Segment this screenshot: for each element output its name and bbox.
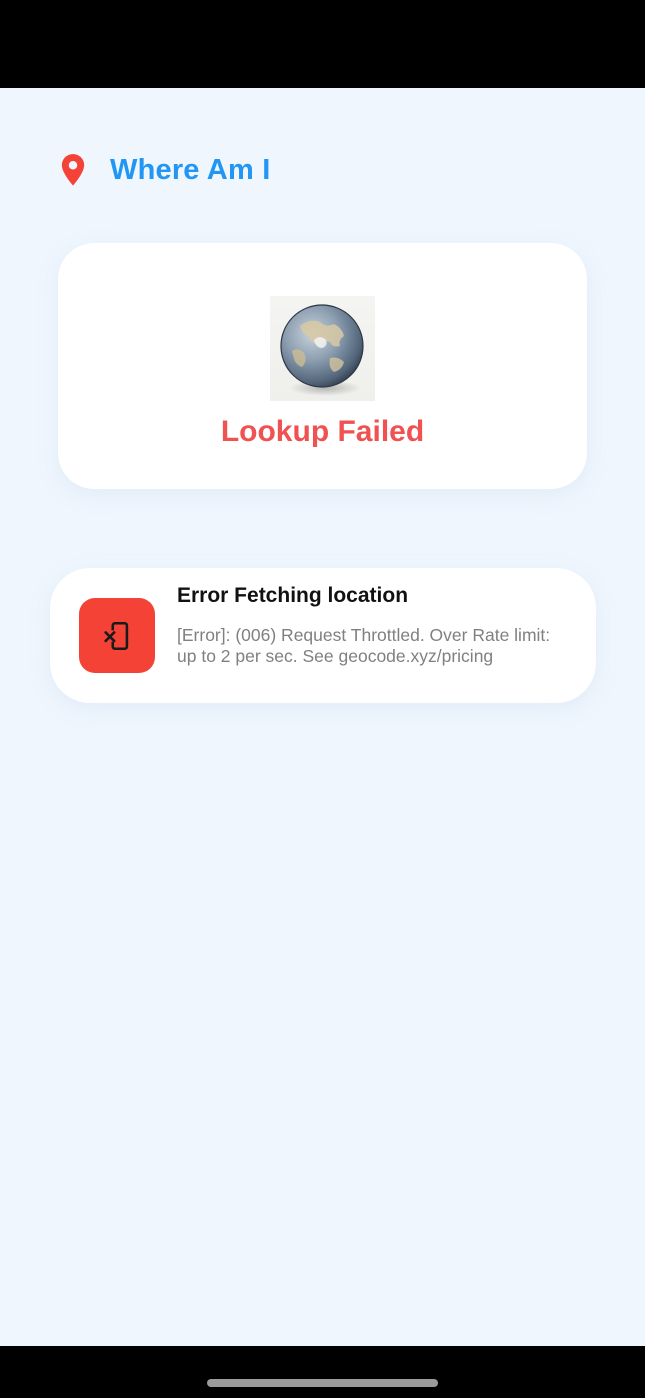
error-title: Error Fetching location [177, 584, 409, 607]
app-header: Where Am I [60, 150, 270, 190]
globe-image [270, 296, 375, 401]
lookup-status-title: Lookup Failed [220, 415, 425, 448]
error-card: Error Fetching location [Error]: (006) R… [50, 568, 596, 703]
status-bar [0, 0, 645, 88]
location-pin-icon [61, 154, 85, 186]
lookup-status-card: Lookup Failed [58, 243, 587, 489]
error-message: [Error]: (006) Request Throttled. Over R… [177, 625, 551, 666]
navigation-bar [0, 1346, 645, 1398]
home-indicator[interactable] [207, 1379, 438, 1387]
app-screen: Where Am I Lookup Failed Error Fetching … [0, 88, 645, 1346]
phone-error-icon [104, 621, 129, 650]
app-title: Where Am I [110, 153, 271, 186]
error-icon-tile [79, 598, 155, 673]
